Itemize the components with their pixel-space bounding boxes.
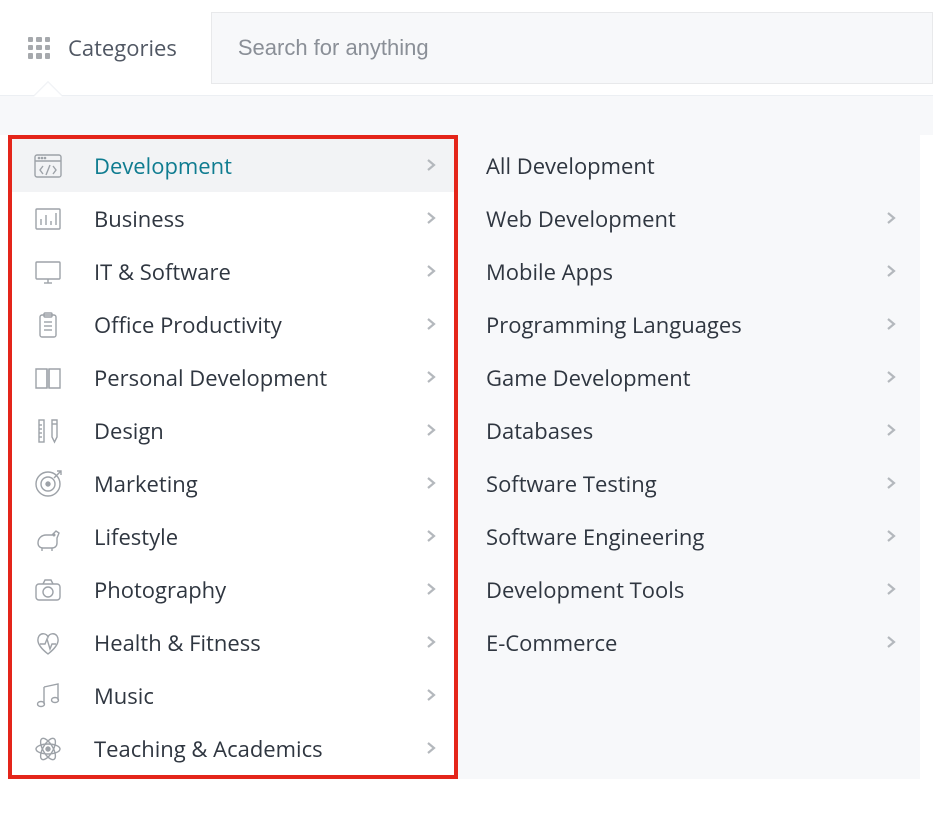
subcategories-panel: All Development Web Development Mobile App… [458,135,920,779]
category-item[interactable]: IT & Software [12,245,454,298]
chevron-right-icon [424,260,438,284]
subcategory-item[interactable]: Software Engineering [458,510,920,563]
chevron-right-icon [424,684,438,708]
category-label: IT & Software [94,257,424,287]
category-item[interactable]: Design [12,404,454,457]
category-label: Marketing [94,469,424,499]
monitor-icon [30,254,66,290]
clipboard-icon [30,307,66,343]
category-item[interactable]: Music [12,669,454,722]
subcategory-label: Programming Languages [486,310,884,340]
chevron-right-icon [424,525,438,549]
subcategory-item[interactable]: Web Development [458,192,920,245]
subcategory-item[interactable]: Development Tools [458,563,920,616]
category-label: Lifestyle [94,522,424,552]
category-item[interactable]: Lifestyle [12,510,454,563]
subcategory-label: Software Engineering [486,522,884,552]
chevron-right-icon [884,578,898,602]
subcategory-item[interactable]: E-Commerce [458,616,920,669]
code-window-icon [30,148,66,184]
chevron-right-icon [884,207,898,231]
category-label: Health & Fitness [94,628,424,658]
category-label: Teaching & Academics [94,734,424,764]
category-item[interactable]: Business [12,192,454,245]
chevron-right-icon [424,207,438,231]
subcategory-label: All Development [486,151,898,181]
camera-icon [30,572,66,608]
atom-icon [30,731,66,767]
subcategory-label: Development Tools [486,575,884,605]
heartbeat-icon [30,625,66,661]
target-icon [30,466,66,502]
category-item[interactable]: Marketing [12,457,454,510]
category-label: Business [94,204,424,234]
subcategory-label: Mobile Apps [486,257,884,287]
categories-grid-icon [28,37,50,59]
category-item[interactable]: Photography [12,563,454,616]
category-item[interactable]: Health & Fitness [12,616,454,669]
subcategory-item[interactable]: Mobile Apps [458,245,920,298]
dropdown-arrow-indicator [34,82,62,96]
pencil-ruler-icon [30,413,66,449]
category-label: Office Productivity [94,310,424,340]
categories-label: Categories [68,33,177,63]
chevron-right-icon [424,313,438,337]
dog-icon [30,519,66,555]
primary-categories-panel: Development Business IT & Software Office P… [8,135,458,779]
chevron-right-icon [884,472,898,496]
chevron-right-icon [424,737,438,761]
chevron-right-icon [884,260,898,284]
chevron-right-icon [424,472,438,496]
categories-flyout: Development Business IT & Software Office P… [8,135,920,779]
category-label: Development [94,151,424,181]
category-label: Design [94,416,424,446]
bar-chart-icon [30,201,66,237]
chevron-right-icon [424,419,438,443]
chevron-right-icon [424,366,438,390]
search-container [207,0,933,95]
category-label: Personal Development [94,363,424,393]
subcategory-label: Databases [486,416,884,446]
chevron-right-icon [884,525,898,549]
category-label: Music [94,681,424,711]
music-icon [30,678,66,714]
category-label: Photography [94,575,424,605]
categories-trigger[interactable]: Categories [10,0,207,95]
chevron-right-icon [424,154,438,178]
chevron-right-icon [424,631,438,655]
chevron-right-icon [884,313,898,337]
subcategory-label: Software Testing [486,469,884,499]
subcategory-label: E-Commerce [486,628,884,658]
book-icon [30,360,66,396]
subcategory-item[interactable]: Databases [458,404,920,457]
category-item[interactable]: Development [12,139,454,192]
category-item[interactable]: Teaching & Academics [12,722,454,775]
subcategory-label: Game Development [486,363,884,393]
search-input[interactable] [211,12,933,84]
chevron-right-icon [424,578,438,602]
subcategory-item[interactable]: All Development [458,139,920,192]
chevron-right-icon [884,419,898,443]
top-bar: Categories [0,0,933,95]
category-item[interactable]: Personal Development [12,351,454,404]
subcategory-item[interactable]: Programming Languages [458,298,920,351]
chevron-right-icon [884,631,898,655]
chevron-right-icon [884,366,898,390]
category-item[interactable]: Office Productivity [12,298,454,351]
subcategory-item[interactable]: Software Testing [458,457,920,510]
under-band [0,95,933,135]
subcategory-item[interactable]: Game Development [458,351,920,404]
subcategory-label: Web Development [486,204,884,234]
